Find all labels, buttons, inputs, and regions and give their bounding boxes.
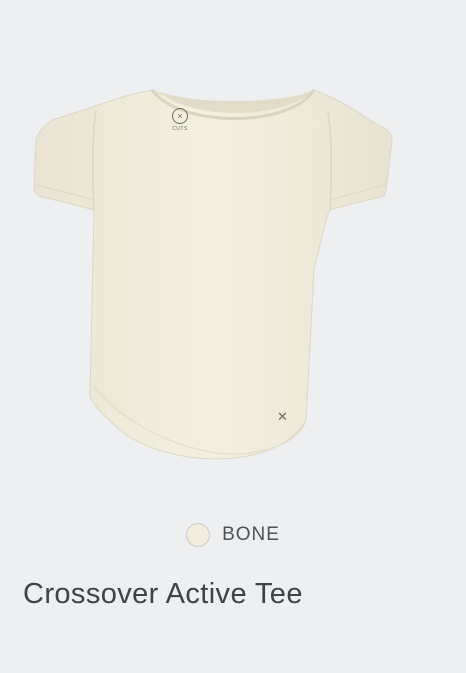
color-swatch-bone[interactable] (186, 523, 211, 547)
color-name-label: BONE (222, 524, 280, 545)
product-image[interactable]: × CUTS ✕ (0, 0, 466, 500)
product-title[interactable]: Crossover Active Tee (23, 578, 303, 611)
product-card[interactable]: × CUTS ✕ BONE Crossover Active Tee (0, 0, 466, 673)
cuts-logo-icon: × (172, 108, 188, 124)
color-swatch-row: BONE (0, 523, 466, 547)
logo-text: CUTS (172, 126, 188, 132)
crossover-x-icon: ✕ (277, 409, 288, 424)
tshirt-body (33, 89, 393, 460)
